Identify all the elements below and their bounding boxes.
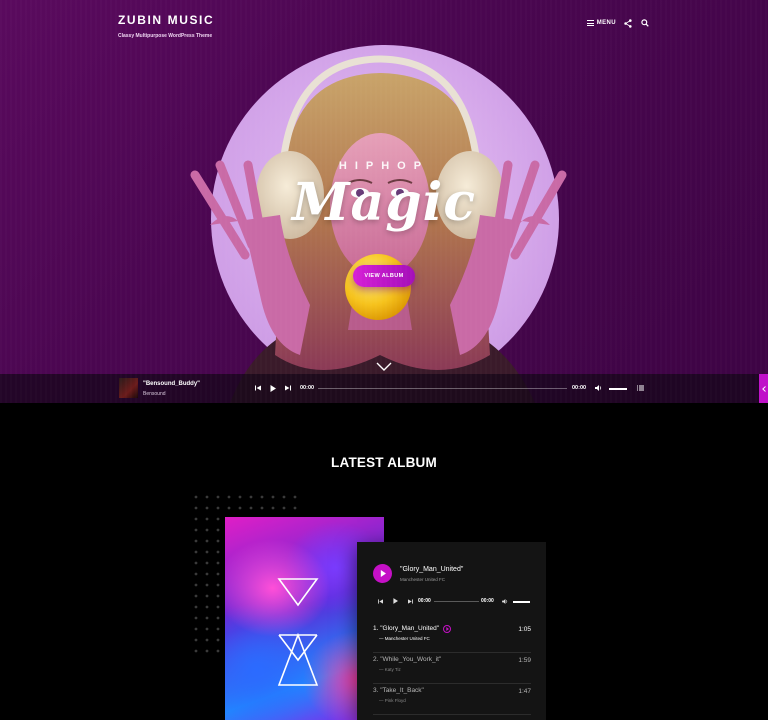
track-name: 3. "Take_It_Back" xyxy=(373,687,424,694)
side-panel-toggle[interactable] xyxy=(759,374,768,403)
album-player-card: "Glory_Man_United" Manchester United FC … xyxy=(357,542,546,720)
player-track-title: "Bensound_Buddy" xyxy=(143,381,201,387)
card-current-time: 00:00 xyxy=(418,598,431,604)
track-duration: 1:47 xyxy=(518,688,531,695)
latest-album-heading: LATEST ALBUM xyxy=(331,455,437,470)
track-artist: — Katy Tiz xyxy=(379,667,401,672)
card-play-button[interactable] xyxy=(373,564,392,583)
hero-headline: Magic xyxy=(291,172,477,233)
share-icon[interactable] xyxy=(623,18,633,28)
card-track-title: "Glory_Man_United" xyxy=(400,566,464,573)
hero-kicker: HIPHOP xyxy=(338,160,430,172)
play-icon[interactable] xyxy=(391,597,399,605)
view-album-button[interactable]: VIEW ALBUM xyxy=(353,265,415,287)
site-tagline: Classy Multipurpose WordPress Theme xyxy=(118,33,213,39)
track-artist: — Pink Floyd xyxy=(379,698,406,703)
skip-forward-icon[interactable] xyxy=(406,597,414,605)
card-artist: Manchester United FC xyxy=(400,577,446,582)
sticky-audio-player: "Bensound_Buddy" Bensound 00:00 00:00 xyxy=(0,374,768,403)
player-current-time: 00:00 xyxy=(300,385,315,391)
tracklist-item[interactable]: 3. "Take_It_Back" — Pink Floyd 1:47 xyxy=(373,684,531,715)
track-name: 2. "While_You_Work_it" xyxy=(373,656,442,663)
player-artist: Bensound xyxy=(143,391,166,397)
track-name: 1. "Glory_Man_United" xyxy=(373,625,440,632)
card-progress-bar[interactable] xyxy=(434,601,479,602)
chevron-down-icon[interactable] xyxy=(376,362,392,372)
card-duration: 00:00 xyxy=(481,598,494,604)
track-duration: 1:59 xyxy=(518,657,531,664)
search-icon[interactable] xyxy=(640,18,650,28)
menu-button[interactable]: MENU xyxy=(586,20,616,26)
volume-slider[interactable] xyxy=(609,388,627,390)
chevron-left-icon xyxy=(761,385,766,392)
playlist-icon[interactable] xyxy=(635,383,645,393)
play-icon[interactable] xyxy=(268,383,278,393)
player-progress-bar[interactable] xyxy=(318,388,567,389)
track-artist: — Manchester United FC xyxy=(379,636,430,641)
tracklist-item[interactable]: 1. "Glory_Man_United" — Manchester Unite… xyxy=(373,622,531,653)
menu-label: MENU xyxy=(596,20,616,26)
volume-icon[interactable] xyxy=(501,597,509,605)
top-navigation: MENU xyxy=(586,18,650,28)
play-icon xyxy=(380,570,386,577)
hourglass-glyph-icon xyxy=(277,578,319,686)
hamburger-icon xyxy=(586,20,594,26)
site-title[interactable]: ZUBIN MUSIC xyxy=(118,13,214,27)
volume-icon[interactable] xyxy=(593,383,603,393)
card-volume-slider[interactable] xyxy=(513,601,530,603)
track-duration: 1:05 xyxy=(518,626,531,633)
skip-forward-icon[interactable] xyxy=(283,383,293,393)
site-branding: ZUBIN MUSIC Classy Multipurpose WordPres… xyxy=(118,13,214,39)
skip-back-icon[interactable] xyxy=(253,383,263,393)
skip-back-icon[interactable] xyxy=(376,597,384,605)
tracklist-item[interactable]: 2. "While_You_Work_it" — Katy Tiz 1:59 xyxy=(373,653,531,684)
player-album-thumbnail xyxy=(119,378,138,398)
track-play-icon[interactable] xyxy=(443,625,451,633)
hero-section: ZUBIN MUSIC Classy Multipurpose WordPres… xyxy=(0,0,768,403)
player-duration: 00:00 xyxy=(572,385,587,391)
